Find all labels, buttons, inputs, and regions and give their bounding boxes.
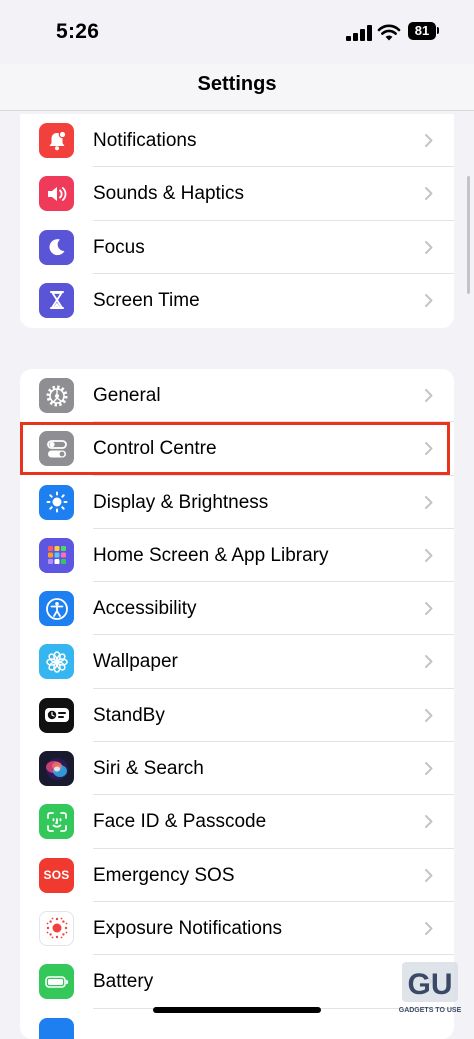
gear-icon — [39, 378, 74, 413]
settings-group-notifications: Notifications Sounds & Haptics Focus Scr… — [20, 114, 454, 328]
moon-icon — [39, 229, 74, 265]
settings-row-accessibility[interactable]: Accessibility — [20, 582, 454, 636]
row-label: Display & Brightness — [93, 491, 269, 513]
row-label: General — [93, 385, 161, 406]
row-label: Siri & Search — [93, 758, 204, 780]
chevron-right-icon — [425, 868, 433, 882]
row-label: Sounds & Haptics — [93, 183, 245, 205]
page-title: Settings — [197, 73, 277, 95]
gadgets-to-use-logo: GU GADGETS TO USE — [399, 962, 462, 1014]
settings-row-display-brightness[interactable]: Display & Brightness — [20, 476, 454, 529]
settings-row-battery[interactable]: Battery — [20, 955, 454, 1009]
row-label: Home Screen & App Library — [93, 544, 329, 566]
wifi-icon — [377, 24, 401, 41]
row-label: Battery — [93, 971, 154, 993]
speaker-icon — [39, 176, 74, 212]
sun-icon — [39, 484, 74, 520]
chevron-right-icon — [425, 187, 433, 201]
settings-row-face-id-passcode[interactable]: Face ID & Passcode — [20, 795, 454, 849]
settings-row-wallpaper[interactable]: Wallpaper — [20, 635, 454, 689]
settings-row-sounds-haptics[interactable]: Sounds & Haptics — [20, 167, 454, 221]
settings-row-home-screen-app-library[interactable]: Home Screen & App Library — [20, 529, 454, 583]
settings-row-standby[interactable]: StandBy — [20, 689, 454, 743]
row-label: Face ID & Passcode — [93, 811, 267, 833]
chevron-right-icon — [425, 442, 433, 456]
chevron-right-icon — [425, 708, 433, 722]
chevron-right-icon — [425, 495, 433, 509]
settings-row-focus[interactable]: Focus — [20, 221, 454, 274]
row-label: Notifications — [93, 130, 197, 151]
row-label: Emergency SOS — [93, 864, 235, 886]
settings-group-general: General Control Centre Display & Brightn… — [20, 369, 454, 1039]
settings-row-siri-search[interactable]: Siri & Search — [20, 742, 454, 796]
app-grid-icon — [39, 537, 74, 573]
chevron-right-icon — [425, 602, 433, 616]
row-label: Control Centre — [93, 438, 217, 460]
chevron-right-icon — [425, 548, 433, 562]
watermark-text: GADGETS TO USE — [399, 1007, 462, 1014]
home-indicator[interactable] — [153, 1007, 321, 1013]
partial-blue-icon — [39, 1017, 74, 1039]
settings-row-emergency-sos[interactable]: SOS Emergency SOS — [20, 849, 454, 902]
row-label: Wallpaper — [93, 651, 178, 673]
battery-cap — [437, 27, 439, 34]
hourglass-icon — [39, 282, 74, 318]
status-time: 5:26 — [56, 20, 100, 43]
chevron-right-icon — [425, 815, 433, 829]
exposure-icon — [39, 910, 74, 946]
sos-icon-text: SOS — [43, 868, 70, 883]
row-label: Exposure Notifications — [93, 917, 283, 939]
row-label: StandBy — [93, 704, 165, 726]
scroll-indicator[interactable] — [467, 176, 470, 294]
chevron-right-icon — [425, 389, 433, 402]
accessibility-icon — [39, 591, 74, 627]
siri-icon — [39, 751, 74, 787]
settings-row-exposure-notifications[interactable]: Exposure Notifications — [20, 902, 454, 956]
chevron-right-icon — [425, 762, 433, 776]
navigation-bar: Settings — [0, 64, 474, 111]
row-label: Accessibility — [93, 598, 197, 620]
settings-row-general[interactable]: General — [20, 369, 454, 423]
face-id-icon — [39, 804, 74, 840]
battery-level-badge: 81 — [408, 22, 436, 40]
chevron-right-icon — [425, 921, 433, 935]
settings-row-control-centre[interactable]: Control Centre — [20, 422, 454, 476]
cellular-signal-icon — [346, 25, 372, 41]
chevron-right-icon — [425, 134, 433, 147]
standby-icon — [39, 697, 74, 733]
chevron-right-icon — [425, 293, 433, 307]
settings-row-screen-time[interactable]: Screen Time — [20, 274, 454, 327]
settings-row-notifications[interactable]: Notifications — [20, 114, 454, 168]
row-label: Screen Time — [93, 289, 200, 311]
svg-text:GU: GU — [408, 968, 453, 1001]
chevron-right-icon — [425, 240, 433, 254]
chevron-right-icon — [425, 655, 433, 669]
row-label: Focus — [93, 236, 145, 258]
battery-icon — [39, 964, 74, 1000]
sos-icon: SOS — [39, 857, 74, 893]
status-bar: 5:26 81 — [0, 0, 474, 64]
toggles-icon — [39, 431, 74, 467]
flower-icon — [39, 644, 74, 680]
bell-badge-icon — [39, 123, 74, 158]
